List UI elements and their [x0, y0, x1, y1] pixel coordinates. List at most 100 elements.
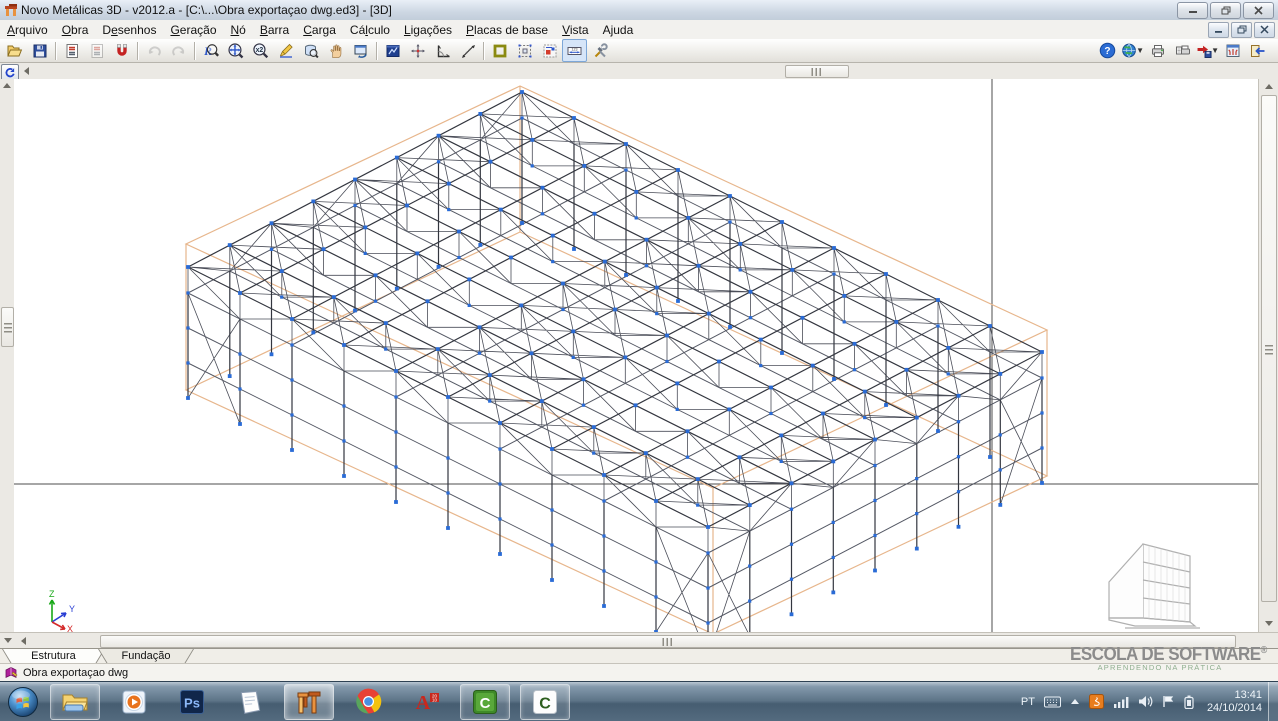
references-button[interactable]	[537, 39, 562, 62]
show-desktop-button[interactable]	[1268, 682, 1278, 721]
menu-vista[interactable]: Vista	[555, 21, 595, 39]
mdi-restore-button[interactable]	[1231, 22, 1252, 38]
svg-text:A: A	[416, 692, 431, 714]
mdi-minimize-button[interactable]	[1208, 22, 1229, 38]
menu-calculo[interactable]: Cálculo	[343, 21, 397, 39]
menu-carga[interactable]: Carga	[296, 21, 343, 39]
redo-icon	[171, 43, 187, 59]
help-icon: ?	[1099, 42, 1116, 59]
export-dwg-icon	[1196, 43, 1212, 59]
taskbar-notepad[interactable]	[226, 685, 274, 719]
tools-button[interactable]	[587, 39, 612, 62]
clock[interactable]: 13:4124/10/2014	[1207, 689, 1262, 715]
previous-view-icon	[353, 43, 369, 59]
language-indicator[interactable]: PT	[1021, 696, 1035, 708]
scroll-up-arrow[interactable]	[1265, 84, 1273, 89]
zoom-scale-button[interactable]: x2	[248, 39, 273, 62]
close-button[interactable]	[1243, 2, 1274, 19]
redo-button	[166, 39, 191, 62]
scroll-down-arrow[interactable]	[1265, 621, 1273, 626]
print-preview-button[interactable]	[1170, 39, 1195, 62]
3d-viewport[interactable]	[14, 79, 1258, 632]
measure-button[interactable]	[455, 39, 480, 62]
menu-ajuda[interactable]: Ajuda	[596, 21, 641, 39]
menu-placas-de-base[interactable]: Placas de base	[459, 21, 555, 39]
snap-magnet-icon	[114, 43, 130, 59]
ortho-button[interactable]	[430, 39, 455, 62]
dimension-button[interactable]: 123	[562, 39, 587, 62]
taskbar-camtasia[interactable]: C	[460, 684, 510, 720]
taskbar-camtasia-editor[interactable]: C	[520, 684, 570, 720]
collapse-left-arrow-2[interactable]	[21, 637, 26, 645]
tools-icon	[592, 43, 608, 59]
project-book-icon	[4, 666, 18, 680]
menu-obra[interactable]: Obra	[55, 21, 96, 39]
previous-view-button[interactable]	[348, 39, 373, 62]
pan-hand-icon	[328, 43, 343, 59]
tab-fundacao[interactable]: Fundação	[98, 649, 194, 664]
restore-button[interactable]	[1210, 2, 1241, 19]
section-box-icon	[492, 43, 508, 59]
minimize-button[interactable]	[1177, 2, 1208, 19]
open-icon	[6, 43, 23, 59]
import-dxf-button[interactable]	[59, 39, 84, 62]
menu-barra[interactable]: Barra	[253, 21, 296, 39]
volume-icon[interactable]	[1138, 695, 1153, 708]
mdi-close-button[interactable]	[1254, 22, 1275, 38]
web-button[interactable]: ▼	[1120, 39, 1145, 62]
menu-geracao[interactable]: Geração	[163, 21, 223, 39]
zoom-extents-button[interactable]	[223, 39, 248, 62]
views-3d-button[interactable]	[380, 39, 405, 62]
top-panel-handle[interactable]	[785, 65, 849, 78]
taskbar-photoshop[interactable]: Ps	[168, 685, 216, 719]
selection-button[interactable]	[512, 39, 537, 62]
bottom-panel-handle[interactable]	[100, 635, 1236, 648]
menu-ligacoes[interactable]: Ligações	[397, 21, 459, 39]
action-center-flag-icon[interactable]	[1162, 695, 1175, 708]
zoom-redraw-button[interactable]	[298, 39, 323, 62]
pan-hand-button[interactable]	[323, 39, 348, 62]
zoom-window-button[interactable]: R	[198, 39, 223, 62]
menu-desenhos[interactable]: Desenhos	[95, 21, 163, 39]
dropdown-arrow-icon[interactable]: ▼	[1211, 46, 1219, 55]
move-node-button[interactable]	[405, 39, 430, 62]
start-button[interactable]	[6, 685, 40, 719]
camtasia-editor-icon: C	[532, 689, 558, 715]
open-button[interactable]	[2, 39, 27, 62]
right-panel-strip	[1258, 79, 1278, 632]
section-box-button[interactable]	[487, 39, 512, 62]
keyboard-icon[interactable]	[1044, 696, 1061, 708]
collapse-down-arrow[interactable]	[4, 638, 12, 643]
hidden-icons-button[interactable]	[1070, 698, 1080, 706]
zoom-window-icon: R	[202, 42, 219, 59]
java-update-icon[interactable]	[1089, 694, 1104, 709]
left-panel-handle[interactable]	[1, 307, 14, 347]
taskbar-chrome[interactable]	[344, 685, 392, 719]
collapse-up-arrow[interactable]	[3, 83, 11, 88]
taskbar-media-player[interactable]	[110, 685, 158, 719]
save-button[interactable]	[27, 39, 52, 62]
taskbar-autocad[interactable]: A2010	[402, 685, 450, 719]
print-button[interactable]	[1145, 39, 1170, 62]
right-panel-handle[interactable]	[1261, 95, 1277, 602]
help-button[interactable]: ?	[1095, 39, 1120, 62]
tray-time: 13:41	[1207, 689, 1262, 702]
menu-no[interactable]: Nó	[224, 21, 253, 39]
edit-pencil-button[interactable]	[273, 39, 298, 62]
snap-magnet-button[interactable]	[109, 39, 134, 62]
sheet-tabs: EstruturaFundação	[0, 648, 1278, 664]
network-signal-icon[interactable]	[1113, 696, 1129, 708]
taskbar-explorer[interactable]	[50, 684, 100, 720]
window-layout-button[interactable]	[1220, 39, 1245, 62]
battery-icon[interactable]	[1184, 695, 1194, 709]
export-dwg-button[interactable]: ▼	[1195, 39, 1220, 62]
tab-estrutura[interactable]: Estrutura	[2, 649, 105, 664]
dropdown-arrow-icon[interactable]: ▼	[1136, 46, 1144, 55]
taskbar-metalicas-3d[interactable]	[284, 684, 334, 720]
svg-text:?: ?	[1104, 46, 1110, 57]
structure-wireframe[interactable]	[14, 79, 1258, 632]
exit-button[interactable]	[1245, 39, 1270, 62]
menu-arquivo[interactable]: Arquivo	[0, 21, 55, 39]
media-player-icon	[121, 689, 147, 715]
collapse-left-arrow[interactable]	[24, 67, 29, 75]
